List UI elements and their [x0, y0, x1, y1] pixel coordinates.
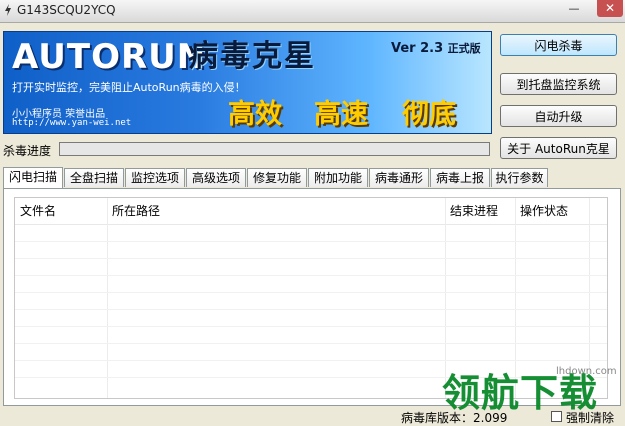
row-divider [15, 292, 607, 293]
product-cn-title: 病毒克星 [188, 39, 316, 74]
column-divider [107, 198, 108, 398]
quick-scan-button[interactable]: 闪电杀毒 [500, 34, 617, 56]
title-bar: G143SCQU2YCQ — ✕ [0, 0, 625, 23]
column-filename[interactable]: 文件名 [15, 198, 107, 224]
edition-tag: 正式版 [447, 42, 481, 55]
row-divider [15, 326, 607, 327]
watermark-text: 领航下载 [442, 371, 599, 415]
table-header: 文件名 所在路径 结束进程 操作状态 [15, 198, 607, 225]
feature-fast: 高速 [314, 99, 368, 130]
feature-thorough: 彻底 [402, 99, 456, 130]
scan-progress-bar [59, 142, 490, 156]
close-button[interactable]: ✕ [597, 0, 623, 17]
tab-repair[interactable]: 修复功能 [247, 168, 307, 187]
row-divider [15, 275, 607, 276]
row-divider [15, 258, 607, 259]
column-status[interactable]: 操作状态 [515, 198, 589, 224]
tab-exec-params[interactable]: 执行参数 [491, 168, 548, 187]
row-divider [15, 309, 607, 310]
autorun-logo: AUTORUN [12, 37, 207, 77]
minimize-button[interactable]: — [567, 3, 581, 16]
row-divider [15, 343, 607, 344]
banner-slogan: 打开实时监控，完美阻止AutoRun病毒的入侵！ [12, 81, 246, 94]
version-number: Ver 2.3 [391, 41, 444, 56]
watermark: lhdown.com 领航下载 [438, 365, 625, 424]
progress-label: 杀毒进度 [3, 144, 52, 158]
tab-virus-notice[interactable]: 病毒通形 [369, 168, 429, 187]
auto-update-button[interactable]: 自动升级 [500, 105, 617, 127]
feature-efficient: 高效 [228, 99, 282, 130]
banner-url: http://www.yan-wei.net [12, 118, 132, 128]
product-banner: AUTORUN 病毒克星 Ver 2.3 正式版 打开实时监控，完美阻止Auto… [3, 31, 492, 134]
column-path[interactable]: 所在路径 [107, 198, 445, 224]
row-divider [15, 241, 607, 242]
tab-monitor-options[interactable]: 监控选项 [125, 168, 185, 187]
about-button[interactable]: 关于 AutoRun克星 [500, 137, 617, 159]
window-title: G143SCQU2YCQ [17, 3, 116, 17]
tray-monitor-button[interactable]: 到托盘监控系统 [500, 73, 617, 95]
tab-virus-report[interactable]: 病毒上报 [430, 168, 490, 187]
column-end-process[interactable]: 结束进程 [445, 198, 515, 224]
row-divider [15, 360, 607, 361]
tab-advanced-options[interactable]: 高级选项 [186, 168, 246, 187]
app-lightning-icon [5, 4, 11, 16]
tab-full-scan[interactable]: 全盘扫描 [64, 168, 124, 187]
tab-quick-scan[interactable]: 闪电扫描 [3, 167, 63, 188]
tab-extras[interactable]: 附加功能 [308, 168, 368, 187]
version-label: Ver 2.3 正式版 [391, 40, 481, 56]
